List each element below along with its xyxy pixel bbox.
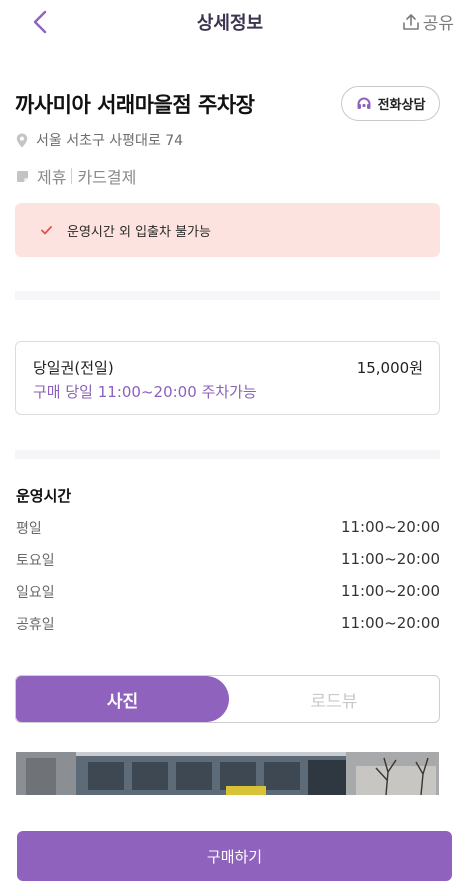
- check-icon: [41, 225, 52, 234]
- hours-row-saturday: 토요일 11:00~20:00: [16, 550, 440, 582]
- building-photo-illustration: [16, 752, 439, 795]
- ticket-card[interactable]: 당일권(전일) 15,000원 구매 당일 11:00~20:00 주차가능: [15, 341, 440, 415]
- hours-day: 평일: [16, 521, 42, 537]
- hours-time: 11:00~20:00: [340, 550, 440, 568]
- tag-divider: [71, 168, 73, 184]
- tab-photo[interactable]: 사진: [16, 676, 229, 722]
- ticket-name: 당일권(전일): [33, 359, 114, 377]
- share-button[interactable]: 공유: [402, 9, 454, 34]
- tab-roadview[interactable]: 로드뷰: [229, 676, 439, 722]
- notice-text: 운영시간 외 입출차 불가능: [67, 224, 211, 240]
- hours-day: 공휴일: [16, 617, 55, 633]
- address-row: 서울 서초구 사평대로 74: [16, 130, 183, 150]
- hours-time: 11:00~20:00: [340, 582, 440, 600]
- media-tabs: 사진 로드뷰: [15, 675, 440, 723]
- hours-row-weekday: 평일 11:00~20:00: [16, 518, 440, 550]
- phone-consult-button[interactable]: 전화상담: [341, 86, 440, 121]
- share-label: 공유: [422, 14, 454, 34]
- hours-time: 11:00~20:00: [340, 614, 440, 632]
- hours-day: 일요일: [16, 585, 55, 601]
- headset-icon: [357, 97, 371, 109]
- section-divider: [15, 450, 440, 459]
- hours-row-sunday: 일요일 11:00~20:00: [16, 582, 440, 614]
- hours-row-holiday: 공휴일 11:00~20:00: [16, 614, 440, 646]
- tag-partner: 제휴: [37, 168, 67, 187]
- ticket-price: 15,000원: [356, 359, 423, 377]
- purchase-button[interactable]: 구매하기: [17, 831, 452, 881]
- section-divider: [15, 291, 440, 300]
- operating-hours-notice: 운영시간 외 입출차 불가능: [15, 203, 440, 257]
- location-pin-icon: [16, 133, 28, 147]
- hours-day: 토요일: [16, 553, 55, 569]
- address-text: 서울 서초구 사평대로 74: [36, 133, 184, 149]
- share-icon: [402, 13, 419, 30]
- ticket-description: 구매 당일 11:00~20:00 주차가능: [33, 383, 257, 401]
- parking-lot-name: 까사미아 서래마을점 주차장: [15, 93, 255, 117]
- parking-lot-photo[interactable]: [16, 752, 439, 795]
- top-bar: 상세정보 공유: [0, 0, 460, 44]
- page-title: 상세정보: [196, 13, 264, 34]
- tag-card-payment: 카드결제: [77, 168, 137, 187]
- feature-tags: 제휴 카드결제: [16, 164, 136, 188]
- phone-consult-label: 전화상담: [377, 98, 426, 113]
- hours-list: 평일 11:00~20:00 토요일 11:00~20:00 일요일 11:00…: [16, 518, 440, 646]
- hours-time: 11:00~20:00: [340, 518, 440, 536]
- hours-title: 운영시간: [16, 487, 72, 505]
- ticket-icon: [16, 170, 29, 183]
